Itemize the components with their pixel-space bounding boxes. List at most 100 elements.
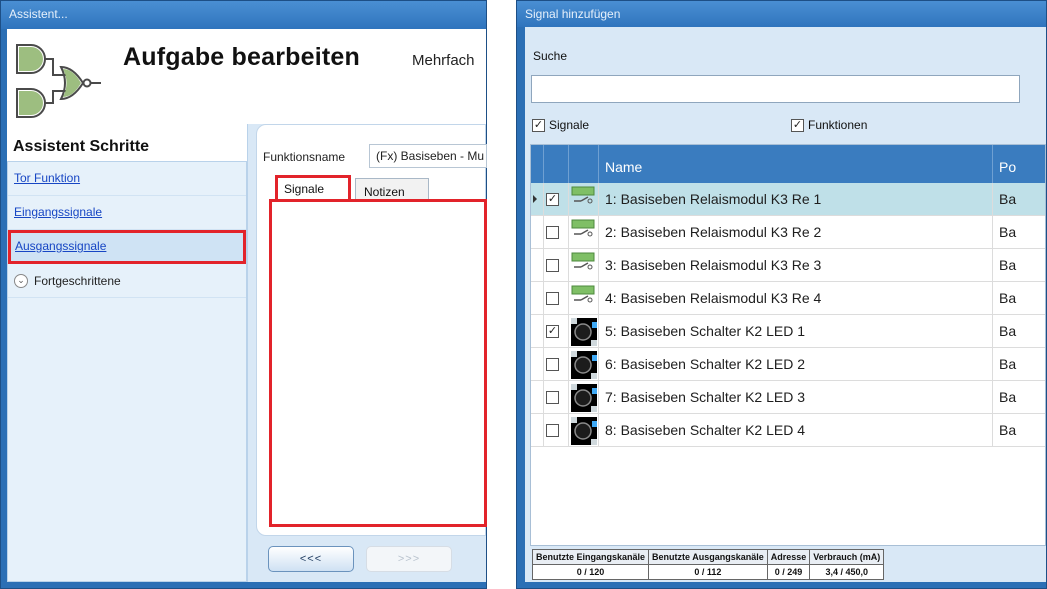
grid-header: Name Po [531, 145, 1045, 183]
row-position: Ba [999, 191, 1017, 207]
filter-signals[interactable]: ✓ Signale [532, 118, 589, 132]
signals-checkbox[interactable]: ✓ [532, 118, 545, 132]
wizard-title-bar[interactable]: Assistent... [1, 1, 486, 29]
status-header: Benutzte Eingangskanäle [533, 550, 649, 565]
logic-gate-icon [16, 44, 101, 118]
status-bar: Benutzte Eingangskanäle 0 / 120 Benutzte… [532, 549, 885, 580]
row-check-cell[interactable] [543, 348, 569, 381]
page-title: Aufgabe bearbeiten [123, 43, 360, 71]
row-position: Ba [999, 257, 1017, 273]
function-name-field[interactable]: (Fx) Basiseben - Mu [369, 144, 487, 168]
dialog-window-title: Signal hinzufügen [525, 7, 621, 21]
row-check-cell[interactable] [543, 282, 569, 315]
step-eingangssignale[interactable]: Eingangssignale [8, 196, 246, 230]
led-icon [569, 315, 599, 348]
row-checkbox[interactable]: ✓ [546, 193, 559, 206]
status-value: 0 / 249 [774, 567, 803, 577]
led-icon [569, 414, 599, 447]
wizard-window: Assistent... Aufgabe bearbeiten Mehrfach… [0, 0, 487, 589]
step-link[interactable]: Eingangssignale [14, 205, 102, 219]
led-icon [569, 348, 599, 381]
wizard-content-panel: Funktionsname (Fx) Basiseben - Mu Signal… [247, 124, 487, 582]
row-position: Ba [999, 422, 1017, 438]
dialog-client: Suche ✓ Signale ✓ Funktionen Name Po ✓ 1:… [525, 27, 1046, 582]
relay-icon [569, 216, 599, 249]
status-value: 3,4 / 450,0 [825, 567, 869, 577]
row-check-cell[interactable]: ✓ [543, 315, 569, 348]
row-name: 1: Basiseben Relaismodul K3 Re 1 [599, 183, 993, 216]
status-value: 0 / 120 [576, 567, 605, 577]
functions-checkbox[interactable]: ✓ [791, 118, 804, 132]
wizard-window-title: Assistent... [9, 7, 68, 21]
chevron-down-icon[interactable]: ⌄ [14, 273, 28, 288]
row-position: Ba [999, 224, 1017, 240]
status-input-channels: Benutzte Eingangskanäle 0 / 120 [533, 550, 650, 579]
wizard-header: Aufgabe bearbeiten Mehrfach [7, 29, 486, 137]
row-checkbox[interactable]: ✓ [546, 325, 559, 338]
step-link[interactable]: Tor Funktion [14, 171, 80, 185]
step-link[interactable]: Ausgangssignale [15, 239, 106, 253]
table-row[interactable]: 2: Basiseben Relaismodul K3 Re 2 Ba [531, 216, 1045, 249]
status-header: Adresse [767, 550, 810, 565]
table-row[interactable]: 3: Basiseben Relaismodul K3 Re 3 Ba [531, 249, 1045, 282]
row-check-cell[interactable] [543, 381, 569, 414]
wizard-client: Aufgabe bearbeiten Mehrfach Assistent Sc… [7, 29, 487, 582]
row-name: 8: Basiseben Schalter K2 LED 4 [599, 414, 993, 447]
row-checkbox[interactable] [546, 292, 559, 305]
function-name-label: Funktionsname [263, 150, 346, 164]
table-row[interactable]: 4: Basiseben Relaismodul K3 Re 4 Ba [531, 282, 1045, 315]
row-position: Ba [999, 356, 1017, 372]
add-signal-dialog: Signal hinzufügen Suche ✓ Signale ✓ Funk… [516, 0, 1047, 589]
status-output-channels: Benutzte Ausgangskanäle 0 / 112 [649, 550, 768, 579]
steps-title: Assistent Schritte [13, 138, 150, 155]
next-button[interactable]: >>> [366, 546, 452, 572]
row-marker-icon [533, 195, 537, 203]
step-ausgangssignale[interactable]: Ausgangssignale [8, 230, 246, 264]
function-editor: Funktionsname (Fx) Basiseben - Mu Signal… [256, 124, 487, 536]
grid-header-position[interactable]: Po [993, 145, 1045, 183]
filter-functions[interactable]: ✓ Funktionen [791, 118, 867, 132]
row-position: Ba [999, 290, 1017, 306]
row-check-cell[interactable] [543, 216, 569, 249]
table-row[interactable]: 7: Basiseben Schalter K2 LED 3 Ba [531, 381, 1045, 414]
row-name: 2: Basiseben Relaismodul K3 Re 2 [599, 216, 993, 249]
row-check-cell[interactable]: ✓ [543, 183, 569, 216]
row-checkbox[interactable] [546, 259, 559, 272]
wizard-steps-panel: Assistent Schritte Tor Funktion Eingangs… [7, 132, 247, 582]
back-button[interactable]: <<< [268, 546, 354, 572]
row-checkbox[interactable] [546, 226, 559, 239]
step-fortgeschrittene[interactable]: ⌄ Fortgeschrittene [8, 264, 246, 298]
grid-header-name[interactable]: Name [599, 145, 993, 183]
table-row[interactable]: ✓ 5: Basiseben Schalter K2 LED 1 Ba [531, 315, 1045, 348]
functions-filter-label: Funktionen [808, 118, 868, 132]
table-row[interactable]: ✓ 1: Basiseben Relaismodul K3 Re 1 Ba [531, 183, 1045, 216]
grid-header-icon [569, 145, 599, 183]
row-check-cell[interactable] [543, 249, 569, 282]
table-row[interactable]: 6: Basiseben Schalter K2 LED 2 Ba [531, 348, 1045, 381]
row-checkbox[interactable] [546, 424, 559, 437]
status-consumption: Verbrauch (mA) 3,4 / 450,0 [810, 550, 884, 579]
row-checkbox[interactable] [546, 358, 559, 371]
row-name: 4: Basiseben Relaismodul K3 Re 4 [599, 282, 993, 315]
signals-filter-label: Signale [549, 118, 590, 132]
search-input[interactable] [531, 75, 1020, 103]
row-name: 6: Basiseben Schalter K2 LED 2 [599, 348, 993, 381]
row-position: Ba [999, 389, 1017, 405]
steps-list: Tor Funktion Eingangssignale Ausgangssig… [7, 161, 247, 582]
tab-signale[interactable]: Signale [275, 175, 351, 201]
status-header: Benutzte Ausgangskanäle [649, 550, 767, 565]
dialog-title-bar[interactable]: Signal hinzufügen [517, 1, 1046, 27]
table-row[interactable]: 8: Basiseben Schalter K2 LED 4 Ba [531, 414, 1045, 447]
signal-grid: Name Po ✓ 1: Basiseben Relaismodul K3 Re … [530, 144, 1046, 546]
row-checkbox[interactable] [546, 391, 559, 404]
signals-tab-content [269, 199, 487, 527]
step-tor-funktion[interactable]: Tor Funktion [8, 162, 246, 196]
status-address: Adresse 0 / 249 [767, 550, 811, 579]
status-header: Verbrauch (mA) [810, 550, 884, 565]
relay-icon [569, 282, 599, 315]
row-check-cell[interactable] [543, 414, 569, 447]
step-label: Fortgeschrittene [34, 273, 121, 288]
search-label: Suche [533, 49, 568, 63]
row-name: 3: Basiseben Relaismodul K3 Re 3 [599, 249, 993, 282]
tab-notizen[interactable]: Notizen [355, 178, 429, 201]
